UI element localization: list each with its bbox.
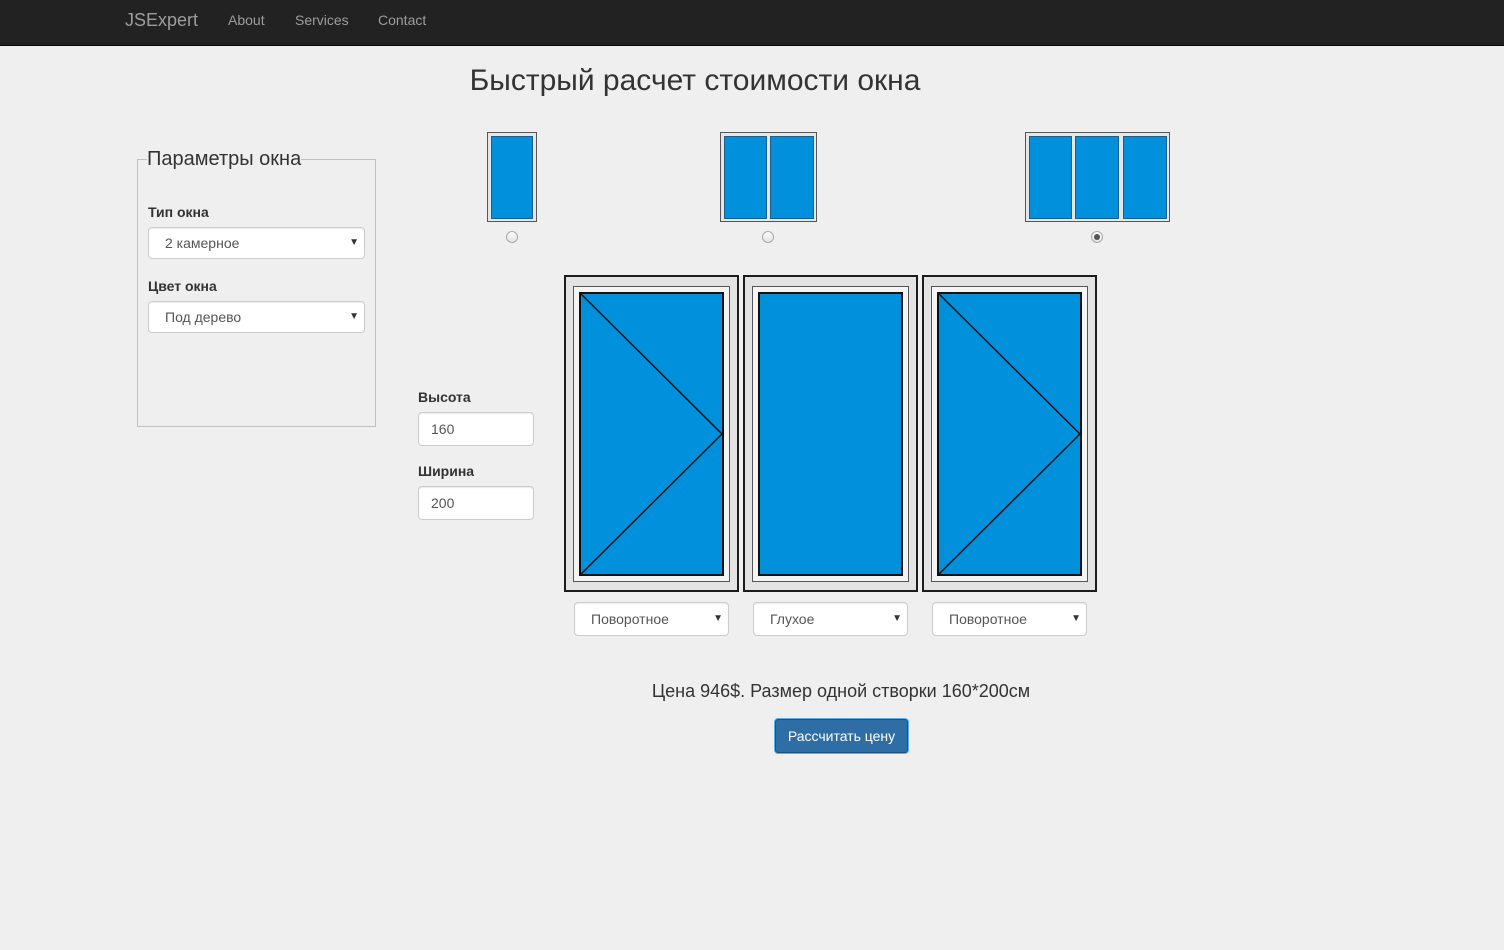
price-text: Цена 946$. Размер одной створки 160*200с… bbox=[651, 681, 1031, 701]
height-value: 160 bbox=[431, 421, 455, 437]
nav-link-services[interactable]: Services bbox=[295, 12, 349, 28]
sash-frame bbox=[573, 286, 730, 582]
chevron-down-icon: ▼ bbox=[349, 237, 359, 248]
chevron-down-icon: ▼ bbox=[892, 613, 902, 624]
turn-opening-lines bbox=[939, 294, 1080, 574]
window-color-select[interactable]: Под дерево ▼ bbox=[148, 301, 365, 333]
sash-glass bbox=[937, 292, 1082, 576]
window-type-value: 2 камерное bbox=[165, 235, 240, 251]
thumb-pane bbox=[1123, 136, 1167, 219]
layout-radio-single[interactable] bbox=[506, 231, 518, 243]
nav-link-about[interactable]: About bbox=[228, 12, 265, 28]
turn-opening-lines bbox=[581, 294, 722, 574]
sash-2-type-select[interactable]: Глухое ▼ bbox=[753, 602, 908, 636]
calculate-price-button[interactable]: Рассчитать цену bbox=[774, 718, 909, 754]
sash-1-type-value: Поворотное bbox=[591, 611, 669, 627]
layout-thumb-triple[interactable] bbox=[1025, 132, 1170, 222]
thumb-pane bbox=[724, 136, 767, 219]
thumb-pane bbox=[770, 136, 814, 219]
window-color-label: Цвет окна bbox=[148, 278, 217, 294]
thumb-pane bbox=[1029, 136, 1072, 219]
width-input[interactable]: 200 bbox=[418, 486, 534, 520]
window-color-value: Под дерево bbox=[165, 309, 242, 325]
sash-frame bbox=[752, 286, 909, 582]
sash-1-type-select[interactable]: Поворотное ▼ bbox=[574, 602, 729, 636]
sash-3[interactable] bbox=[922, 275, 1097, 592]
height-input[interactable]: 160 bbox=[418, 412, 534, 446]
chevron-down-icon: ▼ bbox=[713, 613, 723, 624]
thumb-pane bbox=[1075, 136, 1119, 219]
window-type-select[interactable]: 2 камерное ▼ bbox=[148, 227, 365, 259]
top-navbar: JSExpert About Services Contact bbox=[0, 0, 1504, 46]
height-label: Высота bbox=[418, 389, 471, 405]
width-value: 200 bbox=[431, 495, 455, 511]
sash-frame bbox=[931, 286, 1088, 582]
chevron-down-icon: ▼ bbox=[1071, 613, 1081, 624]
sash-1[interactable] bbox=[564, 275, 739, 592]
thumb-pane bbox=[491, 136, 533, 219]
window-type-label: Тип окна bbox=[148, 204, 209, 220]
chevron-down-icon: ▼ bbox=[349, 311, 359, 322]
sash-3-type-value: Поворотное bbox=[949, 611, 1027, 627]
sash-2[interactable] bbox=[743, 275, 918, 592]
layout-radio-triple[interactable] bbox=[1091, 231, 1103, 243]
sash-glass bbox=[579, 292, 724, 576]
layout-radio-double[interactable] bbox=[762, 231, 774, 243]
layout-thumb-double[interactable] bbox=[720, 132, 817, 222]
sash-glass bbox=[758, 292, 903, 576]
layout-thumb-single[interactable] bbox=[487, 132, 537, 222]
sash-3-type-select[interactable]: Поворотное ▼ bbox=[932, 602, 1087, 636]
width-label: Ширина bbox=[418, 463, 475, 479]
brand-logo[interactable]: JSExpert bbox=[125, 10, 198, 31]
nav-link-contact[interactable]: Contact bbox=[378, 12, 426, 28]
sash-2-type-value: Глухое bbox=[770, 611, 815, 627]
params-legend: Параметры окна bbox=[147, 148, 302, 170]
page-title: Быстрый расчет стоимости окна bbox=[469, 64, 921, 97]
